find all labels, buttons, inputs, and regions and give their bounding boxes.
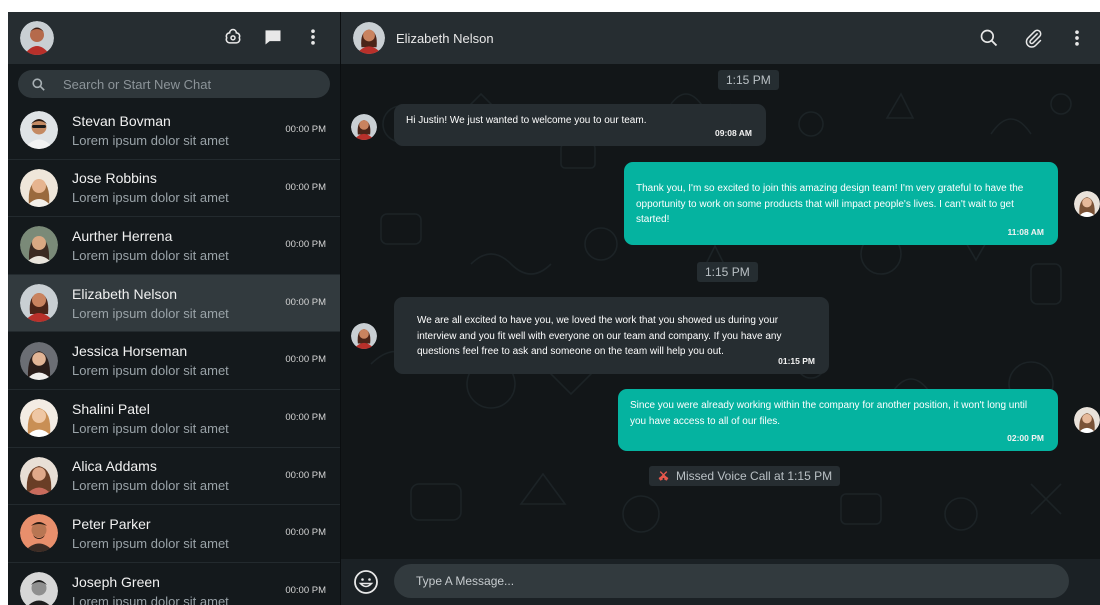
sidebar: Stevan BovmanLorem ipsum dolor sit amet … [8,12,341,605]
chat-name: Aurther Herrena [72,227,173,244]
chat-item-aurther-herrena[interactable]: Aurther Herrena Lorem ipsum dolor sit ame… [8,217,340,275]
chat-name: Jose Robbins [72,170,157,187]
user-avatar [1074,407,1100,433]
avatar [20,399,58,438]
chat-list: Stevan Bovman Lorem ipsum dolor sit amet … [8,102,340,605]
missed-call-notice: Missed Voice Call at 1:15 PM [649,466,841,486]
message-text: Since you were already working within th… [630,400,1028,427]
avatar [20,514,58,553]
attach-icon[interactable] [1022,27,1044,49]
chat-name: Shalini Patel [72,400,150,417]
message-outgoing[interactable]: Thank you, I'm so excited to join this a… [624,162,1058,245]
avatar [20,111,58,150]
chat-time: 00:00 PM [285,469,326,481]
chat-app: Stevan BovmanLorem ipsum dolor sit amet … [8,12,1100,605]
conversation-actions [978,27,1088,49]
chat-name: Jessica Horseman [72,343,188,360]
chat-item-joseph-green[interactable]: Joseph Green Lorem ipsum dolor sit amet 0… [8,563,340,605]
contact-name[interactable]: Elizabeth Nelson [396,31,494,46]
conversation-header: Elizabeth Nelson [341,12,1100,64]
chat-preview: Lorem ipsum dolor sit amet [72,247,229,263]
message-time: 11:08 AM [1007,226,1044,237]
chat-name: Peter Parker [72,515,151,532]
chat-preview: Lorem ipsum dolor sit amet [72,305,229,321]
user-avatar [1074,191,1100,217]
more-vertical-icon[interactable] [1066,27,1088,49]
chat-preview: Lorem ipsum dolor sit amet [72,420,229,436]
emoji-icon[interactable] [353,569,379,595]
contact-avatar [351,323,377,349]
chat-item-jessica-horseman[interactable]: Jessica Horseman Lorem ipsum dolor sit am… [8,332,340,390]
message-time: 02:00 PM [1007,432,1044,443]
chat-item-stevan-bovman[interactable]: Stevan Bovman Lorem ipsum dolor sit amet … [8,102,340,160]
message-composer [341,559,1100,605]
status-icon[interactable] [222,26,244,48]
search-icon [32,77,45,91]
missed-call-text: Missed Voice Call at 1:15 PM [676,469,833,483]
chat-time: 00:00 PM [285,296,326,308]
new-chat-icon[interactable] [262,26,284,48]
user-avatar[interactable] [20,21,54,55]
chat-item-shalini-patel[interactable]: Shalini Patel Lorem ipsum dolor sit amet … [8,390,340,448]
chat-name: Alica Addams [72,458,157,475]
date-chip: 1:15 PM [697,262,758,282]
missed-call-icon [658,470,669,481]
more-vertical-icon[interactable] [302,26,324,48]
avatar [20,341,58,380]
sidebar-actions [222,26,324,48]
chat-time: 00:00 PM [285,239,326,251]
avatar [20,168,58,207]
message-time: 09:08 AM [714,127,752,138]
message-input[interactable] [394,564,1069,598]
contact-avatar [351,114,377,140]
avatar [20,572,58,605]
chat-time: 00:00 PM [285,181,326,193]
search-icon[interactable] [978,27,1000,49]
avatar [20,226,58,265]
avatar [20,284,58,323]
chat-item-elizabeth-nelson[interactable]: Elizabeth Nelson Lorem ipsum dolor sit am… [8,274,340,333]
message-time: 01:15 PM [778,355,815,366]
chat-preview: Lorem ipsum dolor sit amet [72,478,229,494]
message-outgoing[interactable]: Since you were already working within th… [618,389,1058,451]
chat-time: 00:00 PM [285,584,326,596]
search-box[interactable] [18,70,330,98]
chat-preview: Lorem ipsum dolor sit amet [72,190,229,206]
message-area[interactable]: 1:15 PM Hi Justin! We just wanted to wel… [341,64,1100,559]
message-text: Hi Justin! We just wanted to welcome you… [406,115,647,126]
contact-avatar[interactable] [353,22,385,54]
chat-time: 00:00 PM [285,411,326,423]
chat-time: 00:00 PM [285,527,326,539]
chat-preview: Lorem ipsum dolor sit amet [72,132,229,148]
chat-item-peter-parker[interactable]: Peter Parker Lorem ipsum dolor sit amet 0… [8,505,340,563]
search-bar [8,64,340,102]
conversation-panel: Elizabeth Nelson 1:15 PM Hi Justin! We j… [341,12,1100,605]
chat-time: 00:00 PM [285,354,326,366]
avatar [20,456,58,495]
chat-item-alica-addams[interactable]: Alica Addams Lorem ipsum dolor sit amet 0… [8,448,340,506]
chat-preview: Lorem ipsum dolor sit amet [72,535,229,551]
chat-name: Stevan Bovman [72,112,171,129]
chat-preview: Lorem ipsum dolor sit amet [72,363,229,379]
message-text: Thank you, I'm so excited to join this a… [636,183,1024,225]
sidebar-header [8,12,340,64]
message-text: We are all excited to have you, we loved… [417,315,782,357]
chat-item-jose-robbins[interactable]: Jose Robbins Lorem ipsum dolor sit amet 0… [8,160,340,218]
chat-name: Elizabeth Nelson [72,285,178,302]
chat-time: 00:00 PM [285,124,326,135]
date-chip: 1:15 PM [718,70,779,90]
message-incoming[interactable]: We are all excited to have you, we loved… [394,297,829,374]
chat-name: Joseph Green [72,573,160,590]
search-input[interactable] [63,76,303,92]
message-incoming[interactable]: Hi Justin! We just wanted to welcome you… [394,104,766,146]
chat-preview: Lorem ipsum dolor sit amet [72,593,229,605]
